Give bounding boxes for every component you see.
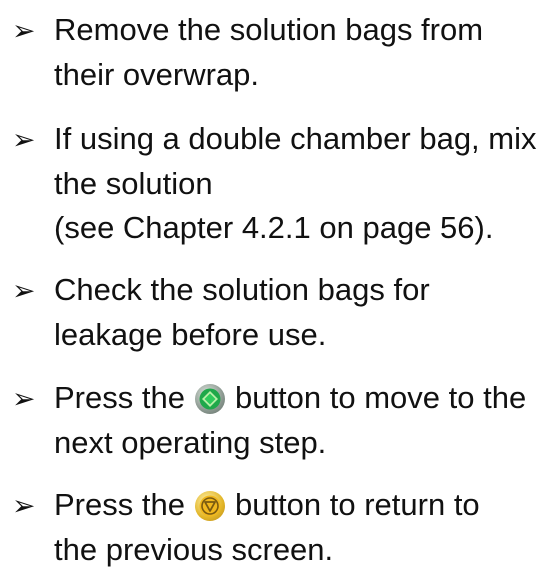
arrow-bullet-icon: ➢ bbox=[12, 275, 36, 306]
step-line: ➢ Press the button to move to the bbox=[0, 376, 558, 421]
step-line: next operating step. bbox=[54, 425, 327, 460]
instruction-step: ➢ Press the button to return to the previo… bbox=[0, 483, 558, 572]
step-line: ➢ If using a double chamber bag, mix bbox=[0, 117, 558, 162]
step-line: ➢ Remove the solution bags from bbox=[0, 8, 558, 53]
step-text: If using a double chamber bag, mix bbox=[54, 121, 537, 156]
instruction-list: ➢ Remove the solution bags from their ove… bbox=[0, 0, 558, 567]
instruction-step: ➢ If using a double chamber bag, mix the … bbox=[0, 117, 558, 250]
arrow-bullet-icon: ➢ bbox=[12, 490, 36, 521]
step-text: button to return to bbox=[234, 487, 480, 522]
step-text: Press the bbox=[54, 487, 185, 522]
instruction-step: ➢ Check the solution bags for leakage bef… bbox=[0, 268, 558, 357]
instruction-step: ➢ Remove the solution bags from their ove… bbox=[0, 8, 558, 97]
yellow-back-button-icon bbox=[194, 491, 225, 521]
chapter-reference: (see Chapter 4.2.1 on page 56). bbox=[54, 210, 494, 245]
step-line: leakage before use. bbox=[54, 317, 327, 352]
step-line: the previous screen. bbox=[54, 532, 334, 567]
instruction-step: ➢ Press the button to move to the next ope… bbox=[0, 376, 558, 465]
green-start-button-icon bbox=[194, 384, 225, 414]
arrow-bullet-icon: ➢ bbox=[12, 124, 36, 155]
step-text: Check the solution bags for bbox=[54, 272, 430, 307]
arrow-bullet-icon: ➢ bbox=[12, 383, 36, 414]
step-line: ➢ Press the button to return to bbox=[0, 483, 558, 528]
step-line: the solution bbox=[54, 166, 213, 201]
step-text: button to move to the bbox=[234, 380, 527, 415]
step-line: their overwrap. bbox=[54, 57, 260, 92]
step-line: ➢ Check the solution bags for bbox=[0, 268, 558, 313]
arrow-bullet-icon: ➢ bbox=[12, 15, 36, 46]
step-text: Remove the solution bags from bbox=[54, 12, 484, 47]
step-text: Press the bbox=[54, 380, 185, 415]
